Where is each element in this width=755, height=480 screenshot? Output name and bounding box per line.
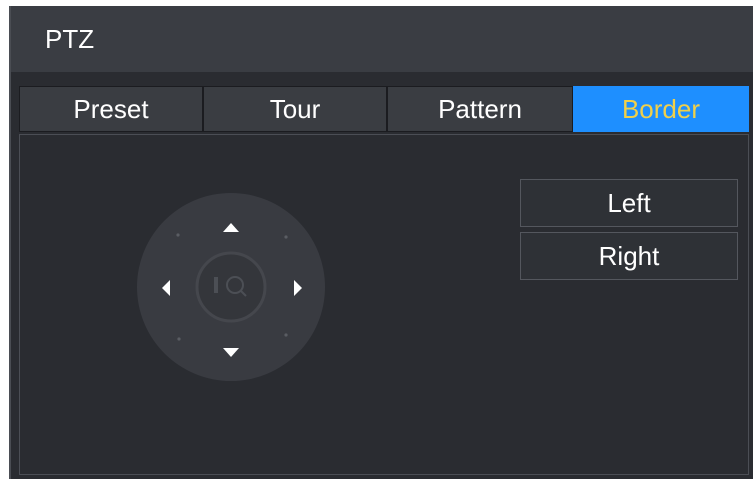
right-button[interactable]: Right (520, 232, 738, 280)
tab-bar: Preset Tour Pattern Border (19, 86, 749, 132)
left-button[interactable]: Left (520, 179, 738, 227)
right-arrow-icon[interactable] (286, 270, 320, 304)
diagonal-down-left-icon[interactable] (177, 337, 181, 341)
tab-pattern[interactable]: Pattern (387, 86, 573, 132)
diagonal-up-right-icon[interactable] (284, 235, 288, 239)
tab-preset[interactable]: Preset (19, 86, 203, 132)
ptz-direction-pad (136, 192, 326, 382)
down-arrow-icon[interactable] (211, 332, 251, 366)
diagonal-up-left-icon[interactable] (176, 233, 180, 237)
zoom-center-icon[interactable] (195, 251, 267, 323)
tab-tour[interactable]: Tour (203, 86, 387, 132)
diagonal-down-right-icon[interactable] (284, 333, 288, 337)
window-title: PTZ (45, 24, 95, 54)
tab-border[interactable]: Border (573, 86, 749, 132)
up-arrow-icon[interactable] (211, 212, 251, 246)
left-arrow-icon[interactable] (154, 270, 188, 304)
title-bar: PTZ (11, 6, 753, 72)
